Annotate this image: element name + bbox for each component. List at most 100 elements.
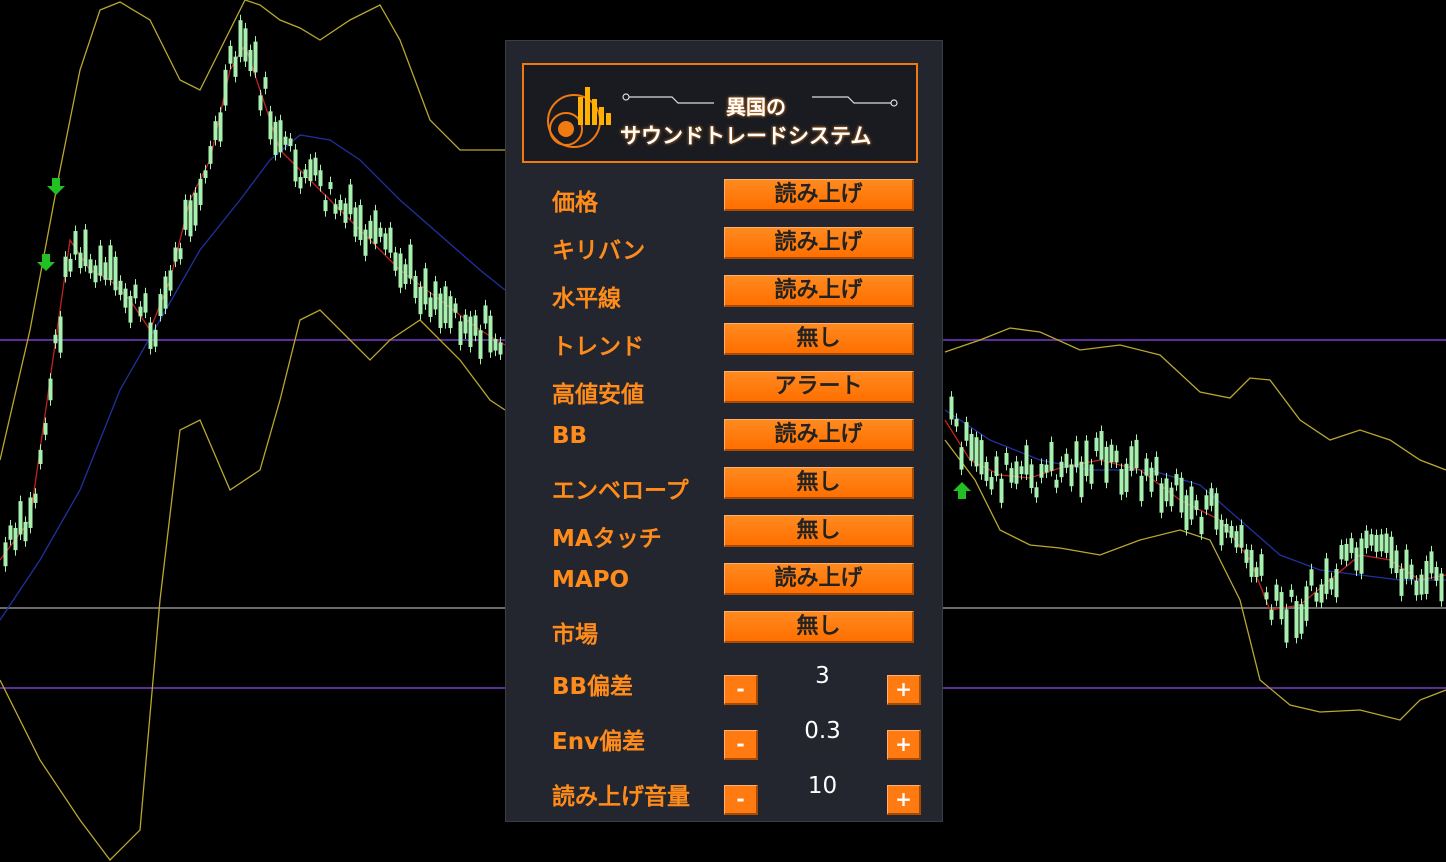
candle-body bbox=[1414, 580, 1419, 596]
kiriban-mode-button[interactable]: 読み上げ bbox=[724, 227, 914, 259]
setting-label: 価格 bbox=[552, 190, 598, 216]
candle-body bbox=[1374, 534, 1379, 552]
candle-body bbox=[1064, 453, 1069, 468]
candle-body bbox=[158, 294, 163, 316]
candle-body bbox=[1039, 464, 1044, 478]
high-low-mode-button[interactable]: アラート bbox=[724, 371, 914, 403]
candle-body bbox=[969, 433, 974, 461]
candle-body bbox=[423, 268, 428, 305]
price-mode-button[interactable]: 読み上げ bbox=[724, 179, 914, 211]
candle-body bbox=[1179, 477, 1184, 513]
setting-row-trend: トレンド 無し bbox=[552, 323, 922, 360]
candle-body bbox=[1114, 450, 1119, 463]
candle-body bbox=[253, 41, 258, 73]
candle-body bbox=[1219, 519, 1224, 546]
candle-body bbox=[488, 315, 493, 353]
candle-body bbox=[283, 136, 288, 145]
ma-touch-mode-button[interactable]: 無し bbox=[724, 515, 914, 547]
candle-body bbox=[1284, 609, 1289, 643]
candle-body bbox=[1074, 441, 1079, 468]
volume-decrement-button[interactable]: - bbox=[724, 785, 758, 815]
candle-body bbox=[1434, 567, 1439, 581]
candle-body bbox=[1164, 478, 1169, 502]
candle-body bbox=[103, 262, 108, 280]
candle-body bbox=[1024, 445, 1029, 475]
candle-body bbox=[979, 440, 984, 475]
bb-deviation-increment-button[interactable]: + bbox=[887, 675, 921, 705]
candle-body bbox=[63, 256, 68, 277]
candle-body bbox=[1404, 549, 1409, 579]
env-deviation-increment-button[interactable]: + bbox=[887, 730, 921, 760]
bb-mode-button[interactable]: 読み上げ bbox=[724, 419, 914, 451]
candle-body bbox=[213, 121, 218, 141]
candle-body bbox=[984, 462, 989, 481]
bb-deviation-decrement-button[interactable]: - bbox=[724, 675, 758, 705]
candle-body bbox=[1439, 573, 1444, 602]
candle-body bbox=[3, 542, 8, 567]
stepper-label: Env偏差 bbox=[552, 729, 646, 755]
stepper-row-bb-deviation: BB偏差 - 3 + bbox=[552, 663, 922, 711]
candle-body bbox=[463, 314, 468, 334]
candle-body bbox=[168, 270, 173, 291]
candle-body bbox=[343, 203, 348, 223]
candle-body bbox=[338, 199, 343, 211]
setting-label: エンベロープ bbox=[552, 478, 689, 504]
sound-trade-settings-panel: 異国の サウンドトレードシステム 価格 読み上げ キリバン 読み上げ 水平線 読… bbox=[505, 40, 943, 822]
bollinger-lower-band bbox=[0, 309, 506, 861]
setting-label: MAタッチ bbox=[552, 526, 662, 552]
candle-body bbox=[243, 28, 248, 62]
candle-body bbox=[43, 423, 48, 435]
candle-body bbox=[1244, 549, 1249, 563]
mapo-mode-button[interactable]: 読み上げ bbox=[724, 563, 914, 595]
bollinger-upper-band-right bbox=[944, 327, 1446, 471]
candle-body bbox=[308, 159, 313, 182]
candle-body bbox=[238, 20, 243, 57]
moving-average-blue-right bbox=[944, 409, 1446, 581]
candle-body bbox=[18, 501, 23, 535]
candle-body bbox=[1279, 592, 1284, 620]
trend-mode-button[interactable]: 無し bbox=[724, 323, 914, 355]
candle-body bbox=[1209, 488, 1214, 506]
setting-label: 市場 bbox=[552, 622, 598, 648]
candle-body bbox=[1049, 441, 1054, 471]
candle-body bbox=[208, 146, 213, 164]
candle-body bbox=[1169, 487, 1174, 507]
candle-body bbox=[1274, 584, 1279, 601]
candle-body bbox=[433, 281, 438, 310]
candle-body bbox=[1349, 538, 1354, 553]
candle-body bbox=[188, 200, 193, 237]
candle-body bbox=[203, 170, 208, 179]
candle-body bbox=[1409, 564, 1414, 580]
setting-row-envelope: エンベロープ 無し bbox=[552, 467, 922, 504]
logo-title-line2: サウンドトレードシステム bbox=[620, 124, 872, 148]
candle-body bbox=[73, 231, 78, 255]
candle-body bbox=[1394, 550, 1399, 573]
candle-body bbox=[1089, 464, 1094, 484]
candle-body bbox=[233, 56, 238, 77]
stepper-row-volume: 読み上げ音量 - 10 + bbox=[552, 773, 922, 821]
candle-body bbox=[318, 170, 323, 187]
candle-body bbox=[1234, 531, 1239, 548]
candle-body bbox=[1199, 516, 1204, 535]
candle-body bbox=[178, 248, 183, 260]
candle-body bbox=[1319, 584, 1324, 603]
candle-body bbox=[53, 334, 58, 344]
candle-body bbox=[193, 192, 198, 226]
candle-body bbox=[118, 280, 123, 295]
candle-body bbox=[258, 95, 263, 111]
candle-body bbox=[38, 449, 43, 464]
horizontal-line-mode-button[interactable]: 読み上げ bbox=[724, 275, 914, 307]
candle-body bbox=[1174, 474, 1179, 486]
candle-body bbox=[1059, 461, 1064, 478]
volume-increment-button[interactable]: + bbox=[887, 785, 921, 815]
candle-body bbox=[1154, 456, 1159, 476]
market-mode-button[interactable]: 無し bbox=[724, 611, 914, 643]
envelope-mode-button[interactable]: 無し bbox=[724, 467, 914, 499]
candle-body bbox=[78, 252, 83, 269]
candle-body bbox=[1019, 466, 1024, 475]
candle-body bbox=[113, 256, 118, 291]
candle-body bbox=[273, 121, 278, 155]
candle-body bbox=[428, 297, 433, 317]
env-deviation-decrement-button[interactable]: - bbox=[724, 730, 758, 760]
candle-body bbox=[148, 322, 153, 349]
